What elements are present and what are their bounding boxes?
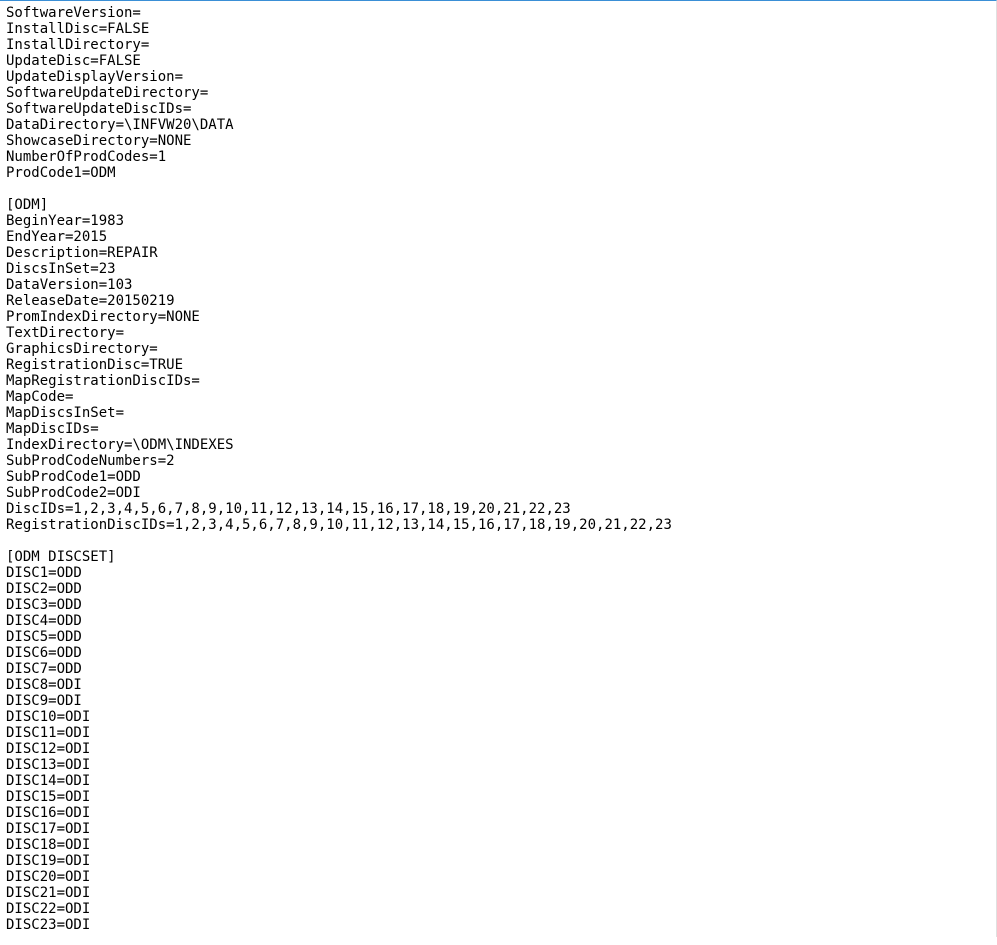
config-line: SubProdCode1=ODD [6,469,990,485]
config-line: MapDiscIDs= [6,421,990,437]
config-line: InstallDirectory= [6,37,990,53]
config-line: DISC1=ODD [6,565,990,581]
config-line: DISC4=ODD [6,613,990,629]
config-line: DISC11=ODI [6,725,990,741]
config-line: DiscsInSet=23 [6,261,990,277]
config-line: ProdCode1=ODM [6,165,990,181]
config-text-content: SoftwareVersion=InstallDisc=FALSEInstall… [6,5,990,933]
config-line: DISC15=ODI [6,789,990,805]
config-line: DISC23=ODI [6,917,990,933]
config-line: MapDiscsInSet= [6,405,990,421]
config-line: Description=REPAIR [6,245,990,261]
config-line: DISC16=ODI [6,805,990,821]
config-line: DISC19=ODI [6,853,990,869]
config-line: NumberOfProdCodes=1 [6,149,990,165]
config-line: SoftwareUpdateDirectory= [6,85,990,101]
config-line: MapRegistrationDiscIDs= [6,373,990,389]
config-line: DISC18=ODI [6,837,990,853]
config-line: GraphicsDirectory= [6,341,990,357]
config-line: PromIndexDirectory=NONE [6,309,990,325]
blank-line [6,533,990,549]
config-line: DISC10=ODI [6,709,990,725]
config-line: [ODM] [6,197,990,213]
config-line: EndYear=2015 [6,229,990,245]
config-line: DISC13=ODI [6,757,990,773]
config-line: DISC17=ODI [6,821,990,837]
config-line: DISC7=ODD [6,661,990,677]
config-line: InstallDisc=FALSE [6,21,990,37]
config-line: SoftwareUpdateDiscIDs= [6,101,990,117]
config-line: DataDirectory=\INFVW20\DATA [6,117,990,133]
config-line: DISC5=ODD [6,629,990,645]
config-line: RegistrationDisc=TRUE [6,357,990,373]
config-line: SubProdCode2=ODI [6,485,990,501]
config-line: DataVersion=103 [6,277,990,293]
config-line: DISC8=ODI [6,677,990,693]
config-line: [ODM DISCSET] [6,549,990,565]
config-line: DISC14=ODI [6,773,990,789]
config-line: SoftwareVersion= [6,5,990,21]
config-line: MapCode= [6,389,990,405]
config-line: DISC21=ODI [6,885,990,901]
config-line: DiscIDs=1,2,3,4,5,6,7,8,9,10,11,12,13,14… [6,501,990,517]
config-line: UpdateDisc=FALSE [6,53,990,69]
blank-line [6,181,990,197]
config-line: DISC6=ODD [6,645,990,661]
config-line: DISC3=ODD [6,597,990,613]
config-line: DISC9=ODI [6,693,990,709]
config-line: TextDirectory= [6,325,990,341]
config-line: UpdateDisplayVersion= [6,69,990,85]
config-line: RegistrationDiscIDs=1,2,3,4,5,6,7,8,9,10… [6,517,990,533]
config-line: ShowcaseDirectory=NONE [6,133,990,149]
config-line: IndexDirectory=\ODM\INDEXES [6,437,990,453]
config-line: ReleaseDate=20150219 [6,293,990,309]
config-line: DISC2=ODD [6,581,990,597]
config-line: DISC22=ODI [6,901,990,917]
config-line: SubProdCodeNumbers=2 [6,453,990,469]
config-line: DISC12=ODI [6,741,990,757]
config-line: DISC20=ODI [6,869,990,885]
config-line: BeginYear=1983 [6,213,990,229]
